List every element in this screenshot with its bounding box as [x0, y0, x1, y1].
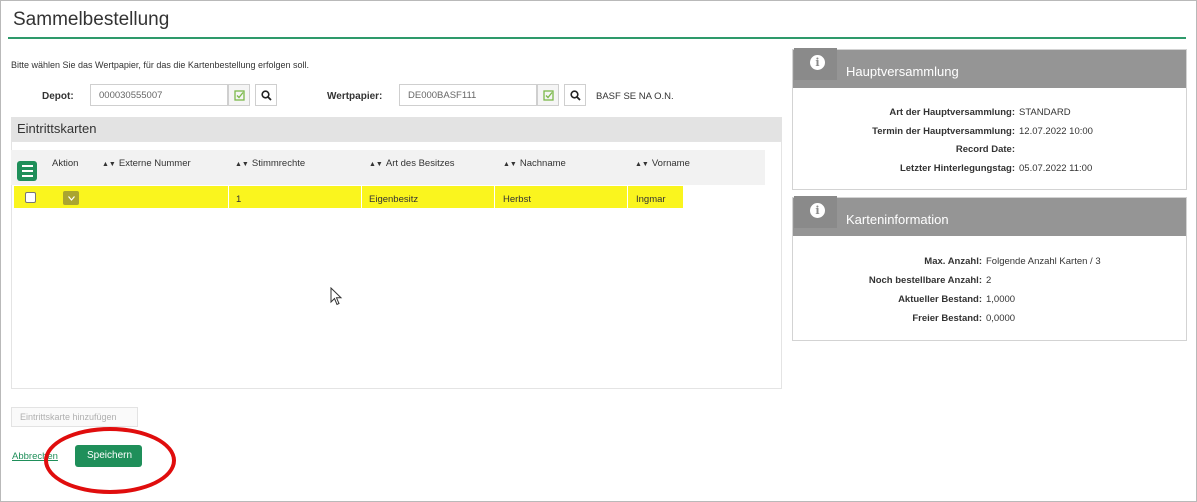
info-value: 05.07.2022 11:00	[1019, 163, 1093, 174]
cell-nachname: Herbst	[503, 194, 531, 205]
info-tab: i	[794, 48, 837, 80]
col-vorname[interactable]: ▲▼ Vorname	[635, 158, 690, 169]
info-label: Aktueller Bestand:	[898, 294, 982, 305]
chevron-down-icon	[67, 195, 75, 201]
annotation-circle	[44, 427, 176, 494]
info-value: 0,0000	[986, 313, 1016, 324]
panel-karteninformation: i Karteninformation Max. Anzahl: Folgende…	[792, 196, 1187, 341]
col-nachname[interactable]: ▲▼ Nachname	[503, 158, 566, 169]
info-label: Letzter Hinterlegungstag:	[899, 163, 1015, 174]
col-art-des-besitzes-label: Art des Besitzes	[385, 158, 455, 169]
menu-icon[interactable]	[17, 161, 37, 181]
wertpapier-label: Wertpapier:	[327, 91, 383, 102]
sort-icon: ▲▼	[102, 161, 116, 168]
cell-vorname: Ingmar	[636, 194, 666, 205]
col-aktion: Aktion	[52, 158, 79, 169]
info-tab: i	[794, 196, 837, 228]
wertpapier-name: BASF SE NA O.N.	[596, 91, 674, 102]
info-label: Termin der Hauptversammlung:	[872, 126, 1015, 137]
mouse-cursor-icon	[330, 286, 344, 312]
info-icon: i	[810, 203, 825, 218]
cell-art-des-besitzes: Eigenbesitz	[369, 194, 419, 205]
info-value: 12.07.2022 10:00	[1019, 126, 1093, 137]
col-externe-nummer[interactable]: ▲▼ Externe Nummer	[102, 158, 191, 169]
info-label: Art der Hauptversammlung:	[889, 107, 1015, 118]
page-title: Sammelbestellung	[13, 9, 170, 30]
sort-icon: ▲▼	[369, 161, 383, 168]
depot-select-button[interactable]	[228, 84, 250, 106]
add-card-button[interactable]: Eintrittskarte hinzufügen	[11, 407, 138, 427]
search-icon	[260, 89, 272, 101]
row-checkbox[interactable]	[25, 192, 36, 203]
check-edit-icon	[542, 89, 554, 101]
check-edit-icon	[233, 89, 245, 101]
search-icon	[569, 89, 581, 101]
panel-title: Karteninformation	[846, 212, 949, 227]
sort-icon: ▲▼	[635, 161, 649, 168]
wertpapier-search-button[interactable]	[564, 84, 586, 106]
sort-icon: ▲▼	[503, 161, 517, 168]
col-stimmrechte-label: Stimmrechte	[251, 158, 306, 169]
col-externe-nummer-label: Externe Nummer	[118, 158, 191, 169]
info-value: 1,0000	[986, 294, 1016, 305]
col-nachname-label: Nachname	[519, 158, 566, 169]
info-value: STANDARD	[1019, 107, 1071, 118]
col-art-des-besitzes[interactable]: ▲▼ Art des Besitzes	[369, 158, 455, 169]
wertpapier-field[interactable]: DE000BASF111	[399, 84, 537, 106]
col-stimmrechte[interactable]: ▲▼ Stimmrechte	[235, 158, 305, 169]
panel-title: Hauptversammlung	[846, 64, 959, 79]
info-value: 2	[986, 275, 992, 286]
sort-icon: ▲▼	[235, 161, 249, 168]
cell-stimmrechte: 1	[236, 194, 242, 205]
row-highlight	[14, 186, 228, 208]
panel-hauptversammlung: i Hauptversammlung Art der Hauptversamml…	[792, 48, 1187, 190]
row-highlight	[229, 186, 361, 208]
depot-field[interactable]: 000030555007	[90, 84, 228, 106]
depot-label: Depot:	[42, 91, 74, 102]
info-label: Noch bestellbare Anzahl:	[868, 275, 982, 286]
col-vorname-label: Vorname	[651, 158, 690, 169]
info-label: Max. Anzahl:	[924, 256, 982, 267]
wertpapier-select-button[interactable]	[537, 84, 559, 106]
info-label: Freier Bestand:	[912, 313, 982, 324]
depot-search-button[interactable]	[255, 84, 277, 106]
intro-text: Bitte wählen Sie das Wertpapier, für das…	[11, 60, 310, 70]
section-heading: Eintrittskarten	[11, 117, 782, 141]
title-divider	[8, 37, 1186, 39]
row-action-button[interactable]	[63, 191, 79, 205]
info-label: Record Date:	[955, 144, 1015, 155]
info-icon: i	[810, 55, 825, 70]
info-value: Folgende Anzahl Karten / 3	[986, 256, 1101, 267]
